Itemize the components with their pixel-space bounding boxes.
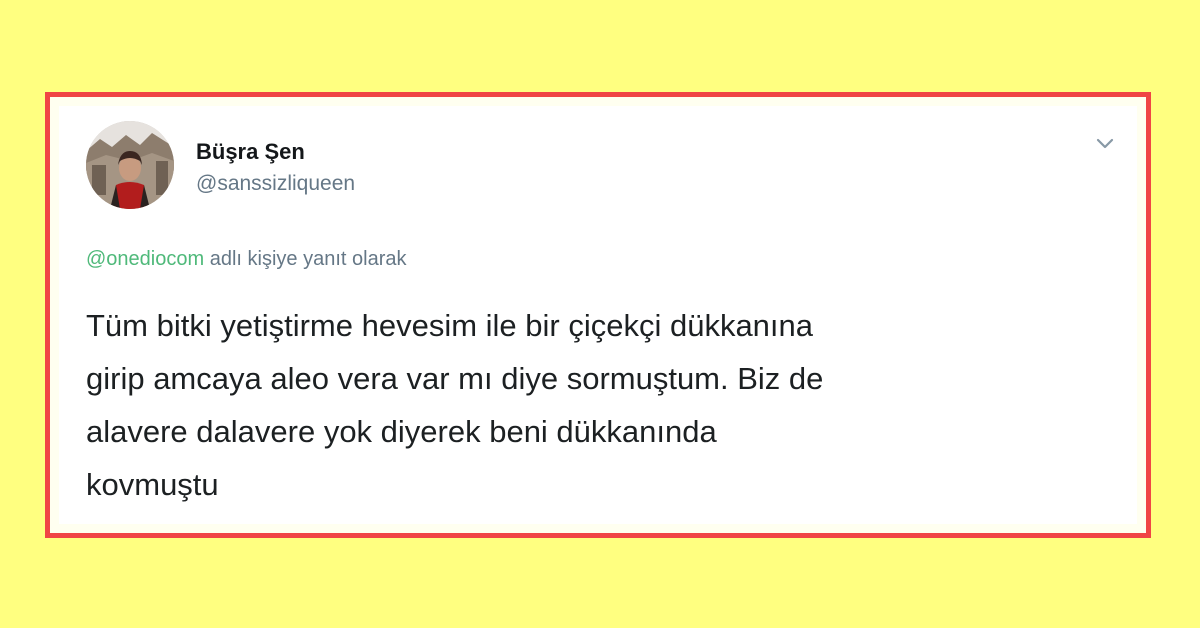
reply-mention-link[interactable]: @onediocom — [86, 248, 204, 270]
display-name[interactable]: Büşra Şen — [196, 139, 305, 165]
reply-context: @onediocom adlı kişiye yanıt olarak — [86, 248, 406, 271]
tweet-card: Büşra Şen @sanssizliqueen @onediocom adl… — [59, 106, 1137, 524]
user-handle[interactable]: @sanssizliqueen — [196, 172, 355, 196]
tweet-text-line: kovmuştu — [86, 467, 219, 502]
tweet-text-line: girip amcaya aleo vera var mı diye sormu… — [86, 361, 824, 396]
highlight-frame: Büşra Şen @sanssizliqueen @onediocom adl… — [45, 92, 1151, 538]
tweet-text: Tüm bitki yetiştirme hevesim ile bir çiç… — [86, 299, 1096, 511]
tweet-text-line: Tüm bitki yetiştirme hevesim ile bir çiç… — [86, 308, 814, 343]
reply-context-label: adlı kişiye yanıt olarak — [209, 248, 407, 270]
avatar[interactable] — [86, 121, 174, 209]
profile-photo-icon — [86, 121, 174, 209]
tweet-text-line: alavere dalavere yok diyerek beni dükkan… — [86, 414, 717, 449]
chevron-down-icon[interactable] — [1092, 132, 1118, 154]
